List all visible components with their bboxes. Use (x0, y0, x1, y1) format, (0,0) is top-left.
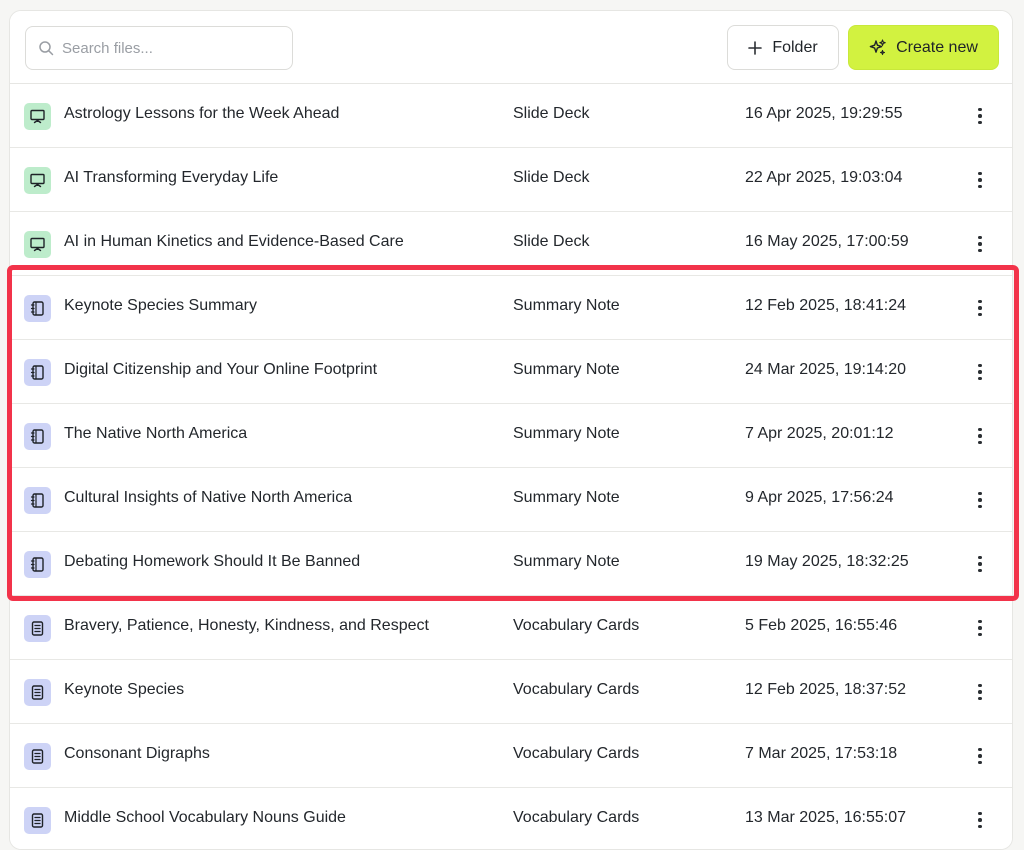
sparkle-icon (869, 38, 886, 55)
file-row[interactable]: AI Transforming Everyday Life Slide Deck 2… (10, 148, 1012, 212)
file-name[interactable]: Digital Citizenship and Your Online Foot… (64, 361, 377, 379)
file-row[interactable]: AI in Human Kinetics and Evidence-Based … (10, 212, 1012, 276)
file-type: Summary Note (513, 489, 620, 506)
file-date: 7 Mar 2025, 17:53:18 (745, 745, 898, 762)
file-type: Summary Note (513, 297, 620, 314)
more-options-icon[interactable] (968, 742, 992, 770)
more-options-icon[interactable] (968, 294, 992, 322)
document-list-icon (24, 615, 51, 642)
file-type: Summary Note (513, 361, 620, 378)
create-new-button[interactable]: Create new (848, 25, 999, 70)
file-date: 24 Mar 2025, 19:14:20 (745, 361, 907, 378)
search-icon (39, 41, 54, 56)
presentation-icon (24, 167, 51, 194)
file-row[interactable]: Bravery, Patience, Honesty, Kindness, an… (10, 596, 1012, 660)
file-date: 19 May 2025, 18:32:25 (745, 553, 909, 570)
more-options-icon[interactable] (968, 614, 992, 642)
file-date: 5 Feb 2025, 16:55:46 (745, 617, 898, 634)
search-box[interactable] (25, 26, 293, 70)
document-list-icon (24, 679, 51, 706)
file-name[interactable]: Astrology Lessons for the Week Ahead (64, 105, 339, 123)
search-input[interactable] (62, 39, 282, 57)
file-row[interactable]: Middle School Vocabulary Nouns Guide Voca… (10, 788, 1012, 849)
file-name[interactable]: AI Transforming Everyday Life (64, 169, 278, 187)
file-date: 7 Apr 2025, 20:01:12 (745, 425, 894, 442)
toolbar: Folder Create new (10, 11, 1012, 84)
file-row[interactable]: Cultural Insights of Native North Americ… (10, 468, 1012, 532)
file-name[interactable]: The Native North America (64, 425, 247, 443)
more-options-icon[interactable] (968, 678, 992, 706)
more-options-icon[interactable] (968, 550, 992, 578)
more-options-icon[interactable] (968, 806, 992, 834)
notebook-icon (24, 551, 51, 578)
file-name[interactable]: Middle School Vocabulary Nouns Guide (64, 809, 346, 827)
notebook-icon (24, 423, 51, 450)
file-date: 12 Feb 2025, 18:37:52 (745, 681, 907, 698)
file-type: Slide Deck (513, 233, 590, 250)
file-name[interactable]: Bravery, Patience, Honesty, Kindness, an… (64, 617, 429, 635)
file-type: Vocabulary Cards (513, 681, 640, 698)
notebook-icon (24, 487, 51, 514)
file-type: Vocabulary Cards (513, 809, 640, 826)
file-date: 16 Apr 2025, 19:29:55 (745, 105, 903, 122)
more-options-icon[interactable] (968, 102, 992, 130)
new-folder-button[interactable]: Folder (727, 25, 839, 70)
notebook-icon (24, 295, 51, 322)
file-row[interactable]: The Native North America Summary Note 7 Ap… (10, 404, 1012, 468)
file-name[interactable]: Debating Homework Should It Be Banned (64, 553, 360, 571)
file-row[interactable]: Keynote Species Summary Summary Note 12 Fe… (10, 276, 1012, 340)
plus-icon (748, 40, 763, 55)
file-name[interactable]: Cultural Insights of Native North Americ… (64, 489, 352, 507)
presentation-icon (24, 103, 51, 130)
file-date: 12 Feb 2025, 18:41:24 (745, 297, 907, 314)
more-options-icon[interactable] (968, 358, 992, 386)
file-name[interactable]: Consonant Digraphs (64, 745, 210, 763)
more-options-icon[interactable] (968, 422, 992, 450)
file-name[interactable]: Keynote Species (64, 681, 184, 699)
file-date: 9 Apr 2025, 17:56:24 (745, 489, 894, 506)
file-row[interactable]: Consonant Digraphs Vocabulary Cards 7 Mar … (10, 724, 1012, 788)
document-list-icon (24, 807, 51, 834)
file-date: 22 Apr 2025, 19:03:04 (745, 169, 903, 186)
more-options-icon[interactable] (968, 486, 992, 514)
document-list-icon (24, 743, 51, 770)
file-type: Vocabulary Cards (513, 617, 640, 634)
file-type: Slide Deck (513, 169, 590, 186)
more-options-icon[interactable] (968, 166, 992, 194)
more-options-icon[interactable] (968, 230, 992, 258)
file-row[interactable]: Digital Citizenship and Your Online Foot… (10, 340, 1012, 404)
file-type: Summary Note (513, 553, 620, 570)
file-name[interactable]: Keynote Species Summary (64, 297, 257, 315)
file-name[interactable]: AI in Human Kinetics and Evidence-Based … (64, 233, 404, 251)
file-type: Vocabulary Cards (513, 745, 640, 762)
file-manager-panel: Folder Create new Astrology Lessons for … (9, 10, 1013, 850)
file-type: Slide Deck (513, 105, 590, 122)
file-row[interactable]: Debating Homework Should It Be Banned Sum… (10, 532, 1012, 596)
file-date: 13 Mar 2025, 16:55:07 (745, 809, 907, 826)
presentation-icon (24, 231, 51, 258)
create-button-label: Create new (896, 38, 978, 56)
folder-button-label: Folder (772, 38, 818, 56)
file-row[interactable]: Keynote Species Vocabulary Cards 12 Feb 20… (10, 660, 1012, 724)
file-type: Summary Note (513, 425, 620, 442)
notebook-icon (24, 359, 51, 386)
file-row[interactable]: Astrology Lessons for the Week Ahead Slid… (10, 84, 1012, 148)
file-date: 16 May 2025, 17:00:59 (745, 233, 909, 250)
